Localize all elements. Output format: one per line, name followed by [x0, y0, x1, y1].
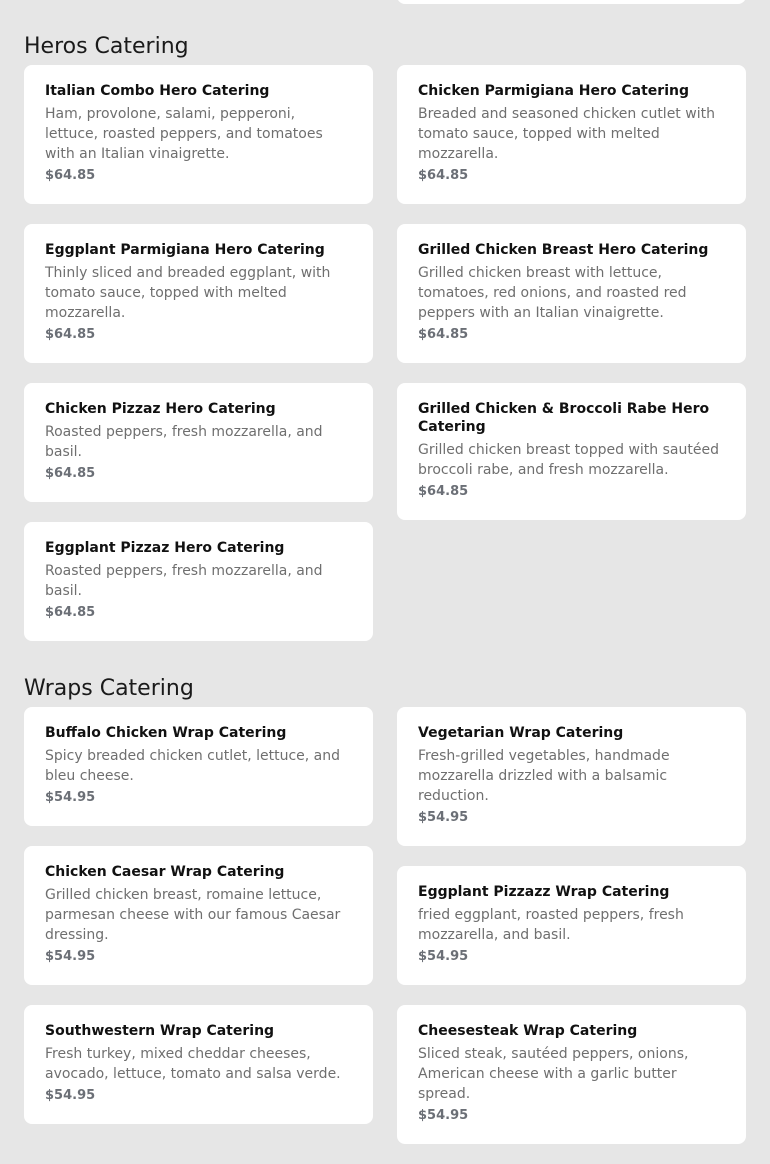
item-name: Chicken Caesar Wrap Catering — [45, 864, 285, 880]
item-description: Fresh turkey, mixed cheddar cheeses, avo… — [45, 1046, 341, 1082]
item-price: $54.95 — [45, 790, 96, 805]
item-price: $64.85 — [45, 168, 96, 183]
item-description: Spicy breaded chicken cutlet, lettuce, a… — [45, 748, 341, 784]
item-name: Eggplant Parmigiana Hero Catering — [45, 242, 325, 258]
item-price: $64.85 — [418, 168, 469, 183]
item-price: $54.95 — [418, 810, 469, 825]
menu-item-card[interactable]: Italian Combo Hero Catering Ham, provolo… — [24, 65, 373, 204]
item-description: fried eggplant, roasted peppers, fresh m… — [418, 907, 684, 943]
item-description: Breaded and seasoned chicken cutlet with… — [418, 106, 715, 162]
item-price: $64.85 — [45, 327, 96, 342]
item-description: Sliced steak, sautéed peppers, onions, A… — [418, 1046, 689, 1102]
item-name: Grilled Chicken Breast Hero Catering — [418, 242, 709, 258]
item-description: Thinly sliced and breaded eggplant, with… — [45, 265, 331, 321]
heros-column-left: Italian Combo Hero Catering Ham, provolo… — [24, 65, 373, 661]
menu-item-card[interactable]: Grilled Chicken Breast Hero Catering Gri… — [397, 224, 746, 363]
wraps-column-left: Buffalo Chicken Wrap Catering Spicy brea… — [24, 707, 373, 1144]
item-name: Chicken Parmigiana Hero Catering — [418, 83, 689, 99]
section-title-wraps: Wraps Catering — [24, 676, 194, 701]
item-name: Eggplant Pizzazz Wrap Catering — [418, 884, 670, 900]
menu-item-card[interactable]: Vegetarian Wrap Catering Fresh-grilled v… — [397, 707, 746, 846]
menu-item-card[interactable]: Eggplant Parmigiana Hero Catering Thinly… — [24, 224, 373, 363]
wraps-column-right: Vegetarian Wrap Catering Fresh-grilled v… — [397, 707, 746, 1164]
menu-item-card[interactable]: Buffalo Chicken Wrap Catering Spicy brea… — [24, 707, 373, 826]
menu-item-card[interactable]: Cheesesteak Wrap Catering Sliced steak, … — [397, 1005, 746, 1144]
item-name: Vegetarian Wrap Catering — [418, 725, 624, 741]
section-title-heros: Heros Catering — [24, 34, 189, 59]
item-price: $64.85 — [45, 605, 96, 620]
item-description: Ham, provolone, salami, pepperoni, lettu… — [45, 106, 323, 162]
item-name: Chicken Pizzaz Hero Catering — [45, 401, 276, 417]
menu-item-card[interactable]: Southwestern Wrap Catering Fresh turkey,… — [24, 1005, 373, 1124]
item-price: $64.85 — [45, 466, 96, 481]
item-description: Fresh-grilled vegetables, handmade mozza… — [418, 748, 670, 804]
menu-item-card[interactable]: Chicken Parmigiana Hero Catering Breaded… — [397, 65, 746, 204]
menu-item-card[interactable]: Eggplant Pizzazz Wrap Catering fried egg… — [397, 866, 746, 985]
item-price: $54.95 — [418, 1108, 469, 1123]
item-description: Roasted peppers, fresh mozzarella, and b… — [45, 563, 323, 599]
item-name: Cheesesteak Wrap Catering — [418, 1023, 638, 1039]
item-price: $54.95 — [45, 1088, 96, 1103]
menu-item-card[interactable]: Chicken Pizzaz Hero Catering Roasted pep… — [24, 383, 373, 502]
heros-column-right: Chicken Parmigiana Hero Catering Breaded… — [397, 65, 746, 540]
item-price: $54.95 — [45, 949, 96, 964]
item-price: $64.85 — [418, 327, 469, 342]
item-price: $54.95 — [418, 949, 469, 964]
menu-item-card[interactable]: Grilled Chicken & Broccoli Rabe Hero Cat… — [397, 383, 746, 520]
item-name: Italian Combo Hero Catering — [45, 83, 270, 99]
item-description: Grilled chicken breast topped with sauté… — [418, 442, 719, 478]
item-name: Southwestern Wrap Catering — [45, 1023, 275, 1039]
menu-item-card[interactable]: Eggplant Pizzaz Hero Catering Roasted pe… — [24, 522, 373, 641]
item-description: Grilled chicken breast with lettuce, tom… — [418, 265, 687, 321]
item-name: Grilled Chicken & Broccoli Rabe Hero Cat… — [418, 401, 710, 435]
item-name: Eggplant Pizzaz Hero Catering — [45, 540, 285, 556]
item-description: Roasted peppers, fresh mozzarella, and b… — [45, 424, 323, 460]
item-name: Buffalo Chicken Wrap Catering — [45, 725, 287, 741]
item-price: $64.85 — [418, 484, 469, 499]
menu-item-card[interactable]: Chicken Caesar Wrap Catering Grilled chi… — [24, 846, 373, 985]
menu-item-card-partial[interactable] — [397, 0, 746, 4]
item-description: Grilled chicken breast, romaine lettuce,… — [45, 887, 341, 943]
